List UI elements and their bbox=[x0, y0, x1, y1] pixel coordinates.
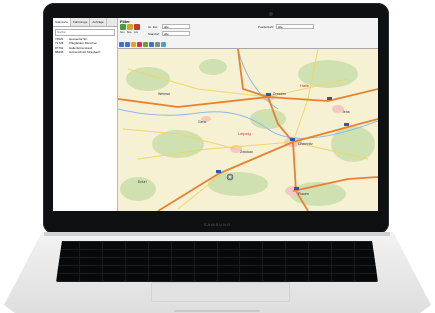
app-window: Standorte Fahrzeuge Aufträge Suche 74523… bbox=[53, 18, 378, 211]
zoom-out-icon[interactable] bbox=[125, 42, 130, 47]
toolbar-icon-labels: Neu Bea Lös bbox=[120, 31, 139, 34]
location-name: Grüneschnitt Strasbach bbox=[69, 50, 101, 55]
svg-text:Plauen: Plauen bbox=[298, 192, 309, 196]
filter-toolbar: Filter Neu Bea Lös Gr. Ext. alle Standor… bbox=[118, 18, 378, 49]
delete-icon[interactable] bbox=[134, 24, 140, 30]
marker-icon[interactable] bbox=[137, 42, 142, 47]
svg-text:Leipzig: Leipzig bbox=[238, 131, 251, 136]
edit-label: Bea bbox=[127, 31, 132, 34]
svg-text:Chemnitz: Chemnitz bbox=[298, 142, 313, 146]
zoom-in-icon[interactable] bbox=[119, 42, 124, 47]
tab-standorte[interactable]: Standorte bbox=[53, 18, 72, 26]
search-input[interactable]: Suche bbox=[55, 29, 115, 36]
svg-text:Erfurt: Erfurt bbox=[138, 180, 147, 184]
side-panel: Standorte Fahrzeuge Aufträge Suche 74523… bbox=[53, 18, 118, 211]
laptop: SAMSUNG Standorte Fahrzeuge Aufträge Suc… bbox=[0, 0, 435, 313]
postleitzahl-label: Postleitzahl bbox=[258, 25, 274, 29]
map-view[interactable]: Halle Leipzig Dresden Chemnitz Zwickau P… bbox=[118, 49, 378, 211]
print-icon[interactable] bbox=[149, 42, 154, 47]
settings-icon[interactable] bbox=[155, 42, 160, 47]
tab-auftraege[interactable]: Aufträge bbox=[90, 18, 107, 26]
postleitzahl-field[interactable]: alle bbox=[276, 24, 314, 29]
svg-text:Zwickau: Zwickau bbox=[240, 150, 253, 154]
touchpad bbox=[151, 282, 290, 302]
tab-fahrzeuge[interactable]: Fahrzeuge bbox=[71, 18, 91, 26]
toolbar-icons bbox=[120, 24, 140, 30]
standort-label: Standort bbox=[148, 32, 160, 36]
gr-ext-field[interactable]: alle bbox=[162, 24, 190, 29]
standort-field[interactable]: alle bbox=[162, 31, 190, 36]
gr-ext-label: Gr. Ext. bbox=[148, 25, 159, 29]
location-code: 88636 bbox=[55, 50, 64, 55]
map-toolbar bbox=[119, 42, 166, 47]
laptop-front-notch bbox=[174, 310, 260, 312]
laptop-hinge bbox=[44, 232, 390, 236]
svg-text:Halle: Halle bbox=[300, 83, 310, 88]
svg-text:Gera: Gera bbox=[198, 120, 206, 124]
new-icon[interactable] bbox=[120, 24, 126, 30]
edit-icon[interactable] bbox=[127, 24, 133, 30]
keyboard bbox=[56, 241, 378, 282]
route-icon[interactable] bbox=[143, 42, 148, 47]
webcam-icon bbox=[269, 12, 273, 16]
svg-text:Dresden: Dresden bbox=[273, 92, 286, 96]
new-label: Neu bbox=[120, 31, 125, 34]
pan-icon[interactable] bbox=[131, 42, 136, 47]
delete-label: Lös bbox=[134, 31, 139, 34]
panel-tabs: Standorte Fahrzeuge Aufträge bbox=[53, 18, 117, 27]
svg-text:Weimar: Weimar bbox=[158, 92, 171, 96]
brand-label: SAMSUNG bbox=[203, 222, 232, 227]
list-item[interactable]: 88636 Grüneschnitt Strasbach bbox=[53, 50, 117, 54]
layers-icon[interactable] bbox=[161, 42, 166, 47]
svg-text:Jena: Jena bbox=[342, 110, 350, 114]
